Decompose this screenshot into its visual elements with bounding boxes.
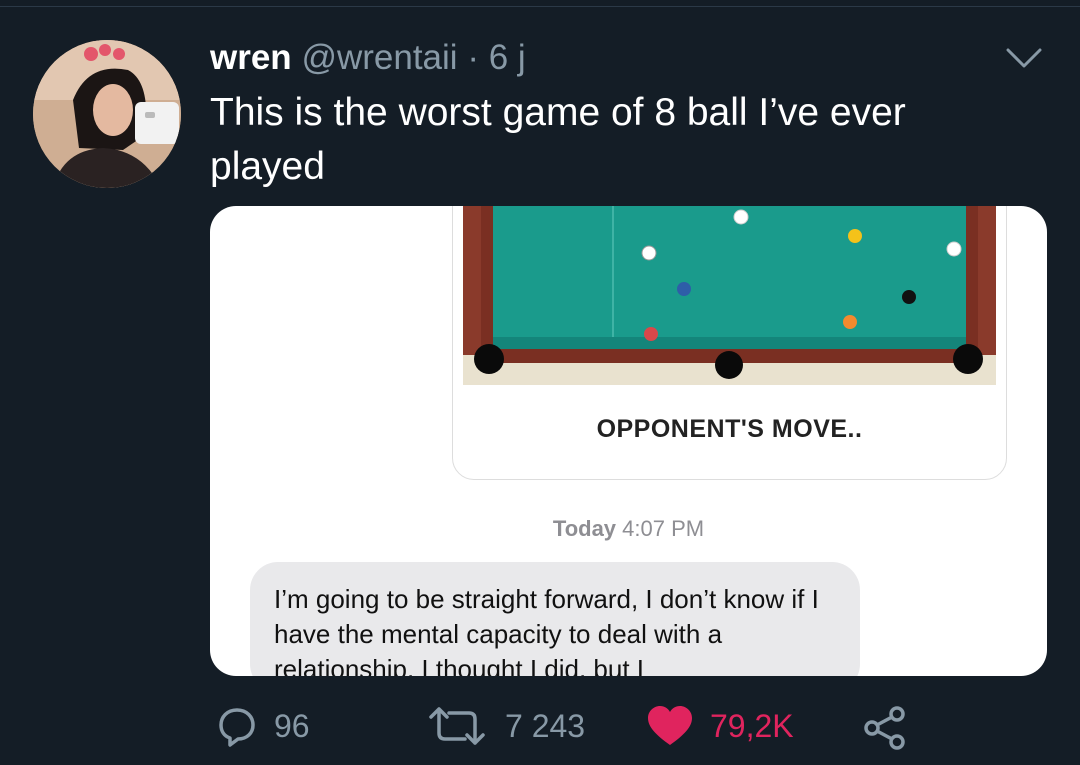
game-status: OPPONENT'S MOVE..	[596, 415, 863, 443]
reply-button[interactable]: 96	[216, 705, 310, 747]
reply-count: 96	[274, 707, 310, 744]
heart-icon	[648, 706, 692, 745]
retweet-count: 7 243	[505, 707, 586, 744]
tweet-time[interactable]: 6 j	[489, 38, 526, 77]
pool-table-illustration	[463, 206, 996, 385]
retweet-icon	[429, 707, 485, 745]
retweet-button[interactable]: 7 243	[425, 705, 585, 747]
tweet-text: This is the worst game of 8 ball I’ve ev…	[210, 91, 906, 188]
avatar-photo	[33, 40, 181, 188]
like-count: 79,2K	[710, 707, 794, 744]
share-icon	[864, 706, 905, 750]
top-divider	[0, 6, 1080, 7]
avatar[interactable]	[33, 40, 181, 188]
message-text: I’m going to be straight forward, I don’…	[274, 584, 819, 676]
tweet-header: wren @wrentaii · 6 j	[210, 38, 526, 78]
message-bubble: I’m going to be straight forward, I don’…	[250, 562, 860, 676]
like-button[interactable]: 79,2K	[646, 705, 794, 747]
reply-icon	[219, 708, 255, 747]
tweet-actions: 96 7 243 79,2K	[0, 705, 1080, 761]
separator-dot: ·	[467, 38, 479, 77]
tweet-media-image[interactable]: OPPONENT'S MOVE.. Today 4:07 PM I’m goin…	[210, 206, 1047, 676]
share-button[interactable]	[862, 705, 908, 751]
pool-game-card: OPPONENT'S MOVE..	[452, 206, 1007, 480]
chevron-down-icon[interactable]	[1004, 44, 1044, 72]
display-name[interactable]: wren	[210, 38, 292, 77]
timestamp-time: 4:07 PM	[622, 516, 705, 541]
user-handle[interactable]: @wrentaii	[301, 38, 457, 77]
message-timestamp: Today 4:07 PM	[210, 516, 1047, 542]
timestamp-day: Today	[552, 516, 617, 541]
